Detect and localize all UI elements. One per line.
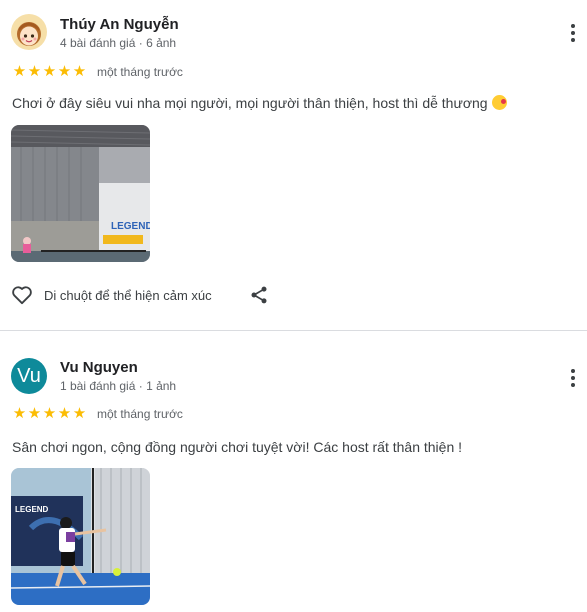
avatar[interactable] [11,14,47,50]
star-icon: ★ [42,63,57,80]
review-text: Sân chơi ngon, cộng đồng người chơi tuyệ… [12,439,463,455]
review-text: Chơi ở đây siêu vui nha mọi người, mọi n… [12,95,507,111]
star-icon: ★ [27,63,42,80]
star-icon: ★ [72,405,87,422]
star-icon: ★ [42,405,57,422]
react-hint: Di chuột để thể hiện cảm xúc [44,287,212,303]
court-photo-image: LEGEND [11,468,150,605]
star-rating: ★ ★ ★ ★ ★ [12,406,87,421]
sign-text: LEGEND [15,505,49,514]
reviewer-name[interactable]: Vu Nguyen [60,359,138,376]
rating-row: ★ ★ ★ ★ ★ một tháng trước [12,406,183,421]
avatar[interactable]: Vu [11,358,47,394]
court-photo-image: LEGEND [11,125,150,262]
star-icon: ★ [57,63,72,80]
star-icon: ★ [12,63,27,80]
star-icon: ★ [27,405,42,422]
avatar-illustration [11,14,47,50]
star-icon: ★ [72,63,87,80]
face-blowing-kiss-icon [491,95,507,110]
rating-row: ★ ★ ★ ★ ★ một tháng trước [12,64,183,79]
star-rating: ★ ★ ★ ★ ★ [12,64,87,79]
more-options-icon[interactable] [567,22,579,44]
review-date: một tháng trước [97,406,183,421]
review-photo[interactable]: LEGEND [11,468,150,605]
star-icon: ★ [57,405,72,422]
heart-icon[interactable] [10,283,34,307]
reviewer-stats: 4 bài đánh giá · 6 ảnh [60,36,177,50]
reviewer-name[interactable]: Thúy An Nguyễn [60,16,179,33]
review-date: một tháng trước [97,64,183,79]
star-icon: ★ [12,405,27,422]
review-photo[interactable]: LEGEND [11,125,150,262]
share-icon[interactable] [247,283,271,307]
sign-text: LEGEND [111,221,150,232]
review-card: Thúy An Nguyễn 4 bài đánh giá · 6 ảnh ★ … [0,0,587,330]
more-options-icon[interactable] [567,367,579,389]
review-actions: Di chuột để thể hiện cảm xúc [10,283,212,307]
reviewer-stats: 1 bài đánh giá · 1 ảnh [60,379,177,393]
review-text-content: Chơi ở đây siêu vui nha mọi người, mọi n… [12,95,488,111]
review-card: Vu Vu Nguyen 1 bài đánh giá · 1 ảnh ★ ★ … [0,331,587,612]
